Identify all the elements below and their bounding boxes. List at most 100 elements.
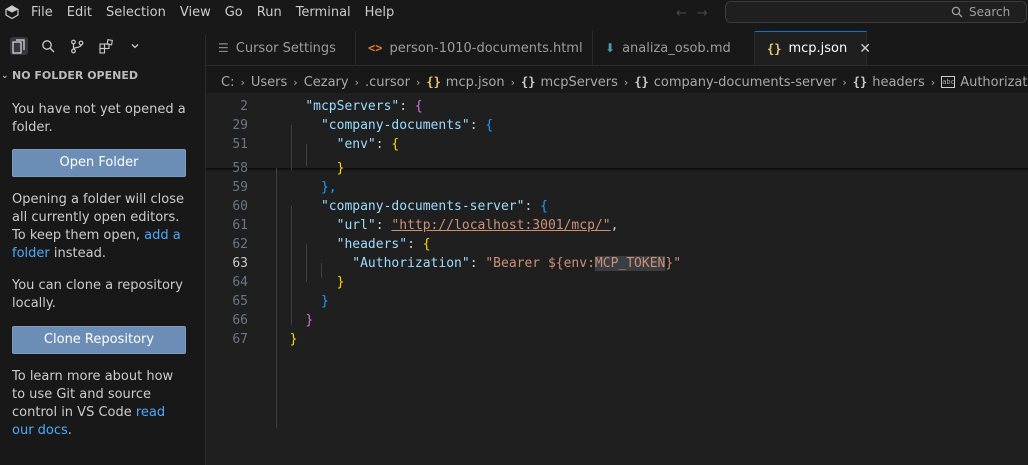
open-folder-button[interactable]: Open Folder xyxy=(12,149,186,177)
tab-analiza-osob-md[interactable]: ⬇ analiza_osob.md xyxy=(593,31,755,65)
menu-selection[interactable]: Selection xyxy=(99,0,173,26)
search-view-icon[interactable] xyxy=(39,37,57,55)
bracket-close: } xyxy=(289,332,298,347)
menu-help[interactable]: Help xyxy=(358,0,402,26)
code-line[interactable]: 62 "headers": { xyxy=(206,235,1028,254)
code-line[interactable]: 59 }, xyxy=(206,178,1028,197)
line-number: 65 xyxy=(232,294,248,309)
menu-go[interactable]: Go xyxy=(218,0,250,26)
json-colon: : xyxy=(469,256,486,271)
markdown-icon: ⬇ xyxy=(605,41,616,55)
object-icon: {} xyxy=(634,75,649,89)
breadcrumb-item[interactable]: {} headers xyxy=(853,75,925,90)
breadcrumb-label: Users xyxy=(250,74,288,90)
breadcrumb-label: .cursor xyxy=(365,74,410,90)
code-line[interactable]: 65 } xyxy=(206,292,1028,311)
code-line[interactable]: 66 } xyxy=(206,311,1028,330)
command-center-search[interactable]: Search xyxy=(725,1,1027,23)
back-arrow-icon[interactable]: ← xyxy=(676,6,687,21)
line-number: 59 xyxy=(232,180,248,195)
cursor-logo-icon xyxy=(5,5,19,19)
indent-guide xyxy=(306,244,307,282)
breadcrumb-item[interactable]: Cezary xyxy=(304,75,349,90)
breadcrumb-item[interactable]: {} mcp.json xyxy=(426,75,504,90)
menu-file[interactable]: File xyxy=(24,0,60,26)
line-number: 51 xyxy=(232,137,248,152)
tab-mcp-json[interactable]: {} mcp.json ✕ xyxy=(755,31,871,65)
bracket-close: }, xyxy=(320,180,337,195)
indent-guide xyxy=(306,144,307,166)
code-line[interactable]: 60 "company-documents-server": { xyxy=(206,197,1028,216)
tab-cursor-settings[interactable]: ☰ Cursor Settings xyxy=(206,31,356,65)
code-line[interactable]: 51 "env": { xyxy=(206,135,1028,154)
no-folder-message: You have not yet opened a folder. xyxy=(12,102,186,135)
breadcrumb-item[interactable]: {} company-documents-server xyxy=(634,75,836,90)
close-icon[interactable]: ✕ xyxy=(859,41,871,57)
tab-person-documents-html[interactable]: <> person-1010-documents.html xyxy=(356,31,593,65)
bracket-open: { xyxy=(414,99,423,114)
bracket-close: } xyxy=(320,294,329,309)
breadcrumb-label: C: xyxy=(221,74,235,90)
breadcrumb-item[interactable]: .cursor xyxy=(365,75,410,90)
clone-repository-button[interactable]: Clone Repository xyxy=(12,326,186,354)
breadcrumb-label: mcpServers xyxy=(540,74,618,90)
code-line[interactable]: 64 } xyxy=(206,273,1028,292)
string-icon: abc xyxy=(941,76,956,88)
source-control-icon[interactable] xyxy=(68,37,86,55)
json-colon: : xyxy=(407,237,423,252)
bracket-close: } xyxy=(336,161,345,176)
line-number: 58 xyxy=(232,161,248,176)
line-number: 62 xyxy=(232,237,248,252)
explorer-icon[interactable] xyxy=(10,37,28,55)
code-line[interactable]: 63 "Authorization": "Bearer ${env:MCP_TO… xyxy=(206,254,1028,273)
json-colon: : xyxy=(375,137,392,152)
chevron-right-icon: › xyxy=(930,75,936,89)
json-string: }" xyxy=(665,256,682,271)
chevron-down-icon[interactable] xyxy=(126,37,144,55)
line-number: 60 xyxy=(232,199,248,214)
breadcrumb-item[interactable]: C: xyxy=(221,75,234,90)
extensions-icon[interactable] xyxy=(97,37,115,55)
code-text: "mcpServers": { xyxy=(274,97,423,116)
menu-run[interactable]: Run xyxy=(250,0,289,26)
json-string-highlight: MCP_TOKEN xyxy=(594,256,666,271)
git-docs-note: To learn more about how to use Git and s… xyxy=(12,368,190,440)
search-label: Search xyxy=(969,5,1011,19)
code-text: "company-documents": { xyxy=(274,116,493,135)
json-key: "url" xyxy=(336,218,376,233)
clone-message: You can clone a repository locally. xyxy=(12,278,183,311)
indent-guide xyxy=(276,168,277,428)
menu-terminal[interactable]: Terminal xyxy=(289,0,358,26)
code-text: "company-documents-server": { xyxy=(274,197,548,216)
chevron-down-icon: ⌄ xyxy=(1,70,9,81)
json-colon: : xyxy=(399,99,415,114)
code-text: } xyxy=(274,311,313,330)
sidebar: ⌄ NO FOLDER OPENED You have not yet open… xyxy=(0,35,206,465)
code-line[interactable]: 58 } xyxy=(206,159,1028,178)
code-line[interactable]: 2 "mcpServers": { xyxy=(206,97,1028,116)
menu-edit[interactable]: Edit xyxy=(60,0,99,26)
menu-view[interactable]: View xyxy=(173,0,218,26)
title-bar: File Edit Selection View Go Run Terminal Help ←… xyxy=(0,0,1028,26)
navigation-arrows: ← → xyxy=(676,6,708,21)
breadcrumb-item[interactable]: abc Authorization xyxy=(941,75,1028,90)
line-number: 61 xyxy=(232,218,248,233)
chevron-right-icon: › xyxy=(842,75,847,89)
code-line[interactable]: 61 "url": "http://localhost:3001/mcp/", xyxy=(206,216,1028,235)
json-colon: : xyxy=(375,218,392,233)
code-line[interactable]: 29 "company-documents": { xyxy=(206,116,1028,135)
forward-arrow-icon[interactable]: → xyxy=(697,6,708,21)
code-text: "url": "http://localhost:3001/mcp/", xyxy=(274,216,619,235)
json-key: "Authorization" xyxy=(352,256,470,271)
line-number: 29 xyxy=(232,118,248,133)
code-line[interactable]: 67 } xyxy=(206,330,1028,349)
code-editor[interactable]: 2 "mcpServers": {29 "company-documents":… xyxy=(206,93,1028,465)
explorer-section-header[interactable]: ⌄ NO FOLDER OPENED xyxy=(0,69,138,82)
json-key: "mcpServers" xyxy=(305,99,400,114)
breadcrumb-item[interactable]: Users xyxy=(251,75,287,90)
breadcrumb-item[interactable]: {} mcpServers xyxy=(521,75,618,90)
